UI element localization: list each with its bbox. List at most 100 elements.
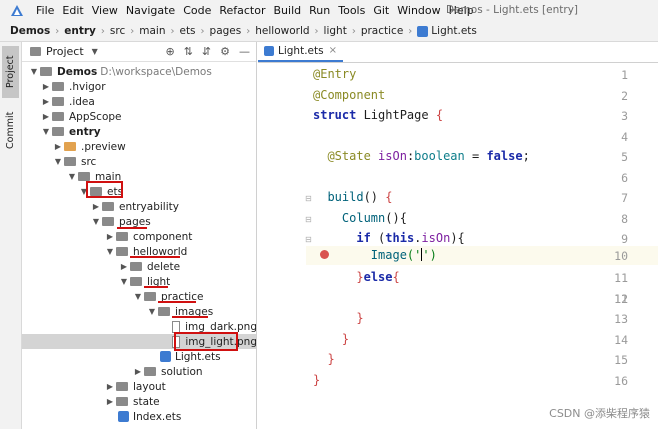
breadcrumb-light-ets[interactable]: Light.ets [431,25,477,37]
tree-item-entry[interactable]: ▼ entry [22,124,256,139]
expand-all-icon[interactable]: ⇅ [184,45,193,58]
code-line-8[interactable]: Column(){ [313,211,407,225]
chevron-down-icon[interactable]: ▼ [28,67,40,76]
code-line-14[interactable]: } [313,332,349,346]
chevron-right-icon: › [246,25,251,37]
watermark: CSDN @添柴程序猿 [549,407,650,420]
menu-code[interactable]: Code [183,4,211,17]
project-panel-title[interactable]: Project [46,45,84,58]
line-number: 4 [621,130,628,144]
tree-item-demos[interactable]: ▼ Demos D:\workspace\Demos [22,64,256,79]
menu-navigate[interactable]: Navigate [126,4,175,17]
menu-refactor[interactable]: Refactor [219,4,265,17]
code-line-2[interactable]: @Component [313,88,385,102]
fold-icon[interactable]: ⊟ [305,194,312,203]
tree-item-layout[interactable]: ▶ layout [22,379,256,394]
chevron-down-icon[interactable]: ▼ [90,217,102,226]
chevron-down-icon[interactable]: ▼ [132,292,144,301]
code-line-10[interactable]: Image('') [313,248,437,262]
chevron-right-icon[interactable]: ▶ [132,367,144,376]
chevron-down-icon[interactable]: ▼ [104,247,116,256]
line-number: 5 [621,150,628,164]
tree-item-src[interactable]: ▼ src [22,154,256,169]
tree-label: delete [147,260,181,273]
code-line-13[interactable]: } [313,311,363,325]
chevron-down-icon[interactable]: ▼ [66,172,78,181]
tree-item-index-ets[interactable]: Index.ets [22,409,256,424]
tree-item-practice[interactable]: ▼ practice [22,289,256,304]
chevron-right-icon[interactable]: ▶ [118,262,130,271]
tree-item-hvigor[interactable]: ▶ .hvigor [22,79,256,94]
code-token: ; [522,149,530,163]
line-number: 2 [621,89,628,103]
menu-file[interactable]: File [36,4,54,17]
collapse-all-icon[interactable]: ⇵ [202,45,211,58]
tree-item-component[interactable]: ▶ component [22,229,256,244]
breadcrumb-pages[interactable]: pages [210,25,242,37]
chevron-down-icon[interactable]: ▼ [40,127,52,136]
tree-item-solution[interactable]: ▶ solution [22,364,256,379]
project-panel-header: Project ▼ ⊕ ⇅ ⇵ ⚙ — [22,42,256,62]
fold-icon[interactable]: ⊟ [305,215,312,224]
code-line-16[interactable]: } [313,373,320,387]
code-line-5[interactable]: @State isOn:boolean = false; [313,149,530,163]
chevron-down-icon[interactable]: ▼ [52,157,64,166]
chevron-down-icon[interactable]: ▼ [92,47,98,56]
breadcrumb-src[interactable]: src [110,25,125,37]
breadcrumb-ets[interactable]: ets [179,25,195,37]
tree-item-preview[interactable]: ▶ .preview [22,139,256,154]
fold-icon[interactable]: ⊟ [305,235,312,244]
code-line-15[interactable]: } [313,352,334,366]
menu-window[interactable]: Window [397,4,440,17]
tree-item-light[interactable]: ▼ light [22,274,256,289]
chevron-right-icon: › [55,25,60,37]
chevron-right-icon[interactable]: ▶ [40,112,52,121]
tree-item-main[interactable]: ▼ main [22,169,256,184]
menu-run[interactable]: Run [309,4,330,17]
module-folder-icon [52,127,64,136]
breadcrumb-entry[interactable]: entry [64,25,96,37]
menu-git[interactable]: Git [373,4,389,17]
tree-item-appscope[interactable]: ▶ AppScope [22,109,256,124]
tree-item-images[interactable]: ▼ images [22,304,256,319]
code-line-11[interactable]: }else{ [313,270,399,284]
tree-item-delete[interactable]: ▶ delete [22,259,256,274]
project-tool-tab[interactable]: Project [2,46,19,98]
code-token: } [356,270,364,284]
breadcrumb-helloworld[interactable]: helloworld [255,25,309,37]
tree-label: AppScope [69,110,122,123]
chevron-down-icon[interactable]: ▼ [118,277,130,286]
chevron-right-icon[interactable]: ▶ [90,202,102,211]
chevron-right-icon[interactable]: ▶ [104,232,116,241]
chevron-right-icon[interactable]: ▶ [40,97,52,106]
menu-edit[interactable]: Edit [62,4,83,17]
code-line-9[interactable]: if (this.isOn){ [313,231,464,245]
chevron-right-icon[interactable]: ▶ [104,397,116,406]
tree-item-state[interactable]: ▶ state [22,394,256,409]
breadcrumb-demos[interactable]: Demos [10,25,50,37]
chevron-right-icon[interactable]: ▶ [104,382,116,391]
commit-tool-tab[interactable]: Commit [2,106,19,154]
chevron-right-icon[interactable]: ▶ [40,82,52,91]
close-icon[interactable]: × [329,45,337,56]
locate-icon[interactable]: ⊕ [165,45,174,58]
tree-item-light-ets[interactable]: Light.ets [22,349,256,364]
code-line-7[interactable]: build() { [313,190,392,204]
gear-icon[interactable]: ⚙ [220,45,230,58]
chevron-right-icon[interactable]: ▶ [52,142,64,151]
code-line-3[interactable]: struct LightPage { [313,108,443,122]
chevron-down-icon[interactable]: ▼ [146,307,158,316]
menu-tools[interactable]: Tools [338,4,365,17]
project-view-icon [30,47,41,56]
menu-build[interactable]: Build [274,4,302,17]
tree-item-ets[interactable]: ▼ ets [22,184,256,199]
tab-light-ets[interactable]: Light.ets × [258,41,343,62]
minimize-icon[interactable]: — [239,45,250,58]
code-line-1[interactable]: @Entry [313,67,356,81]
breadcrumb-practice[interactable]: practice [361,25,403,37]
breadcrumb-light[interactable]: light [324,25,347,37]
breadcrumb-main[interactable]: main [139,25,165,37]
tree-item-idea[interactable]: ▶ .idea [22,94,256,109]
menu-view[interactable]: View [92,4,118,17]
tree-item-entryability[interactable]: ▶ entryability [22,199,256,214]
